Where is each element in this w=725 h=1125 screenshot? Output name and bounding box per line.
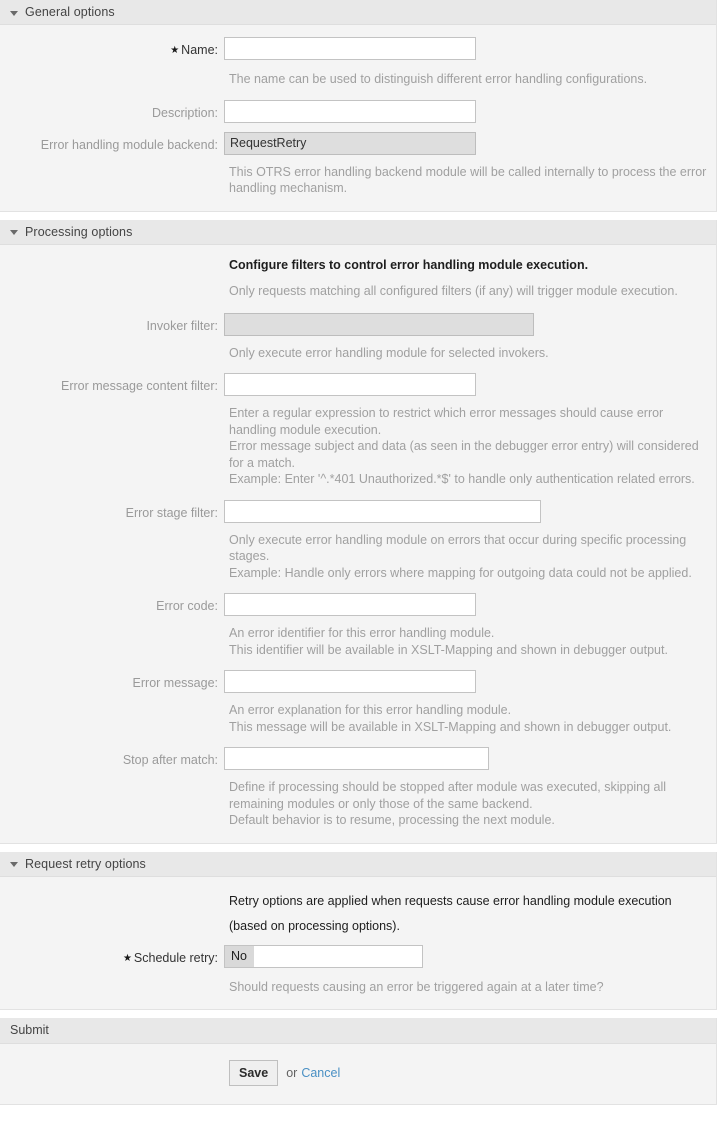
error-code-label: Error code: [156,599,218,613]
help-line-2: Example: Handle only errors where mappin… [229,565,692,580]
schedule-retry-help-text: Should requests causing an error be trig… [229,979,604,994]
invoker-filter-field-wrap [224,312,716,336]
stop-after-match-label: Stop after match: [122,753,218,767]
help-line-2: This message will be available in XSLT-M… [229,719,672,734]
processing-intro: Configure filters to control error handl… [0,257,716,300]
general-options-header[interactable]: General options [0,0,716,25]
description-input[interactable] [224,99,476,123]
help-line-2: This identifier will be available in XSL… [229,642,668,657]
name-field-wrap [224,37,716,60]
backend-label: Error handling module backend: [40,137,218,152]
submit-body: Save or Cancel [0,1044,716,1104]
error-message-row: Error message: [0,670,716,696]
backend-help-text: This OTRS error handling backend module … [229,164,707,196]
processing-intro-strong: Configure filters to control error handl… [229,257,589,272]
error-message-help: An error explanation for this error hand… [0,702,716,735]
processing-options-widget: Processing options Configure filters to … [0,219,717,844]
submit-title: Submit [10,1023,49,1037]
stop-after-match-help: Define if processing should be stopped a… [0,779,716,829]
error-code-field-wrap [224,593,716,616]
retry-intro-text: Retry options are applied when requests … [229,893,672,933]
help-line-2: Error message subject and data (as seen … [229,439,699,470]
name-label-text: Name: [181,43,218,57]
error-message-content-filter-field-wrap [224,373,716,396]
processing-intro-sub: Only requests matching all configured fi… [229,283,678,298]
error-message-label: Error message: [132,676,218,690]
request-retry-options-title: Request retry options [25,856,146,871]
error-stage-filter-label: Error stage filter: [125,505,218,520]
or-label: or [286,1066,298,1080]
description-label: Description: [152,105,218,120]
help-line-1: Only execute error handling module on er… [229,532,687,564]
error-stage-filter-row: Error stage filter: [0,499,716,526]
retry-intro-wrap: Retry options are applied when requests … [0,889,716,939]
processing-options-title: Processing options [25,224,133,239]
name-row: ★ Name: [0,37,716,65]
name-label: ★ Name: [0,37,224,65]
help-line-2: Default behavior is to resume, processin… [229,813,555,827]
backend-input [224,131,476,155]
name-input[interactable] [224,37,476,60]
error-stage-filter-help: Only execute error handling module on er… [0,532,716,582]
invoker-filter-row: Invoker filter: [0,312,716,339]
schedule-retry-selected-option[interactable]: No [225,945,254,967]
processing-options-header[interactable]: Processing options [0,219,716,245]
error-code-row: Error code: [0,593,716,619]
help-line-1: Enter a regular expression to restrict w… [229,406,664,437]
error-code-help: An error identifier for this error handl… [0,625,716,658]
required-star-icon: ★ [170,45,180,56]
submit-widget: Submit Save or Cancel [0,1018,717,1105]
backend-row: Error handling module backend: [0,131,716,158]
description-row: Description: [0,99,716,126]
invoker-filter-input[interactable] [224,312,534,336]
request-retry-options-widget: Request retry options Retry options are … [0,851,717,1010]
error-message-field-wrap [224,670,716,693]
help-line-3: Example: Enter '^.*401 Unauthorized.*$' … [229,472,695,486]
triangle-down-icon [10,10,18,16]
error-message-content-filter-help: Enter a regular expression to restrict w… [0,405,716,488]
name-help-text: The name can be used to distinguish diff… [229,72,648,86]
help-line-1: An error explanation for this error hand… [229,703,512,717]
schedule-retry-label-text: Schedule retry: [133,950,218,965]
general-options-widget: General options ★ Name: The name can be u… [0,0,717,212]
help-line-1: An error identifier for this error handl… [229,626,495,640]
save-button[interactable]: Save [229,1060,279,1086]
cancel-link[interactable]: Cancel [301,1066,340,1080]
stop-after-match-field-wrap [224,747,716,770]
invoker-filter-label: Invoker filter: [146,318,218,333]
schedule-retry-row: ★ Schedule retry: No [0,944,716,973]
request-retry-options-header[interactable]: Request retry options [0,851,716,877]
stop-after-match-row: Stop after match: [0,747,716,773]
error-stage-filter-field-wrap [224,499,716,523]
error-stage-filter-input[interactable] [224,499,541,523]
backend-field-wrap [224,131,716,155]
submit-header: Submit [0,1018,716,1044]
invoker-filter-help-text: Only execute error handling module for s… [229,345,549,360]
triangle-down-icon [10,862,18,867]
error-message-input[interactable] [224,670,476,693]
help-line-1: Define if processing should be stopped a… [229,780,667,811]
triangle-down-icon [10,230,18,235]
error-message-content-filter-input[interactable] [224,373,476,396]
general-options-body: ★ Name: The name can be used to distingui… [0,25,716,211]
description-field-wrap [224,99,716,123]
schedule-retry-select[interactable]: No [224,944,423,968]
required-star-icon: ★ [122,952,132,964]
error-handling-config-form: General options ★ Name: The name can be u… [0,0,725,1105]
request-retry-options-body: Retry options are applied when requests … [0,876,716,1009]
schedule-retry-label: ★ Schedule retry: [0,945,224,973]
error-code-input[interactable] [224,593,476,616]
error-message-content-filter-row: Error message content filter: [0,373,716,399]
error-message-content-filter-label: Error message content filter: [60,379,218,393]
processing-options-body: Configure filters to control error handl… [0,244,716,843]
schedule-retry-field-wrap: No [224,944,716,968]
stop-after-match-input[interactable] [224,747,489,770]
general-options-title: General options [25,5,115,19]
